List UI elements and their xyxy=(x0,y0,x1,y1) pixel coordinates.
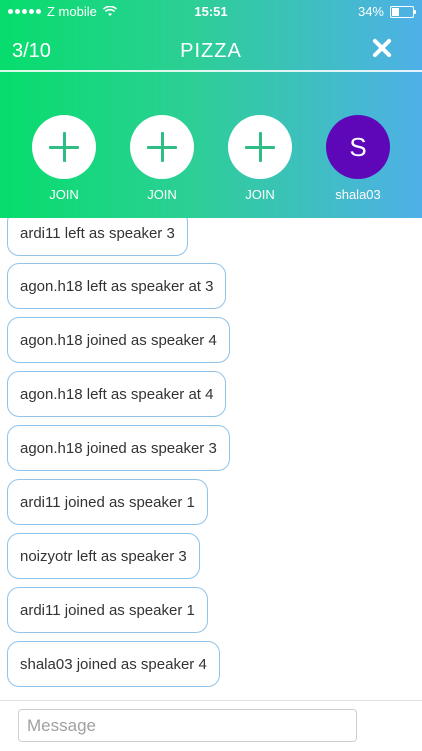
join-button-2[interactable] xyxy=(130,115,194,179)
chat-message: noizyotr left as speaker 3 xyxy=(7,533,200,579)
chat-message: ardi11 left as speaker 3 xyxy=(7,218,188,256)
close-icon[interactable] xyxy=(370,36,394,60)
plus-icon xyxy=(245,132,275,162)
chat-message: ardi11 joined as speaker 1 xyxy=(7,479,208,525)
speaker-slot-4[interactable]: S shala03 xyxy=(323,115,393,202)
chat-message: ardi11 joined as speaker 1 xyxy=(7,587,208,633)
chat-message: shala03 joined as speaker 4 xyxy=(7,641,220,687)
join-button-3[interactable] xyxy=(228,115,292,179)
slot-label: JOIN xyxy=(245,187,275,202)
speaker-username: shala03 xyxy=(335,187,381,202)
message-input[interactable] xyxy=(18,709,357,742)
header-divider xyxy=(0,70,422,72)
chat-log[interactable]: ardi11 left as speaker 3 agon.h18 left a… xyxy=(0,218,422,700)
speaker-slot-3[interactable]: JOIN xyxy=(225,115,295,202)
speaker-slot-1[interactable]: JOIN xyxy=(29,115,99,202)
battery-icon xyxy=(390,5,416,18)
message-bar xyxy=(0,700,422,751)
plus-icon xyxy=(147,132,177,162)
avatar[interactable]: S xyxy=(326,115,390,179)
speaker-slot-2[interactable]: JOIN xyxy=(127,115,197,202)
status-bar: Z mobile 15:51 34% xyxy=(0,0,422,24)
chat-message: agon.h18 joined as speaker 3 xyxy=(7,425,230,471)
slot-label: JOIN xyxy=(147,187,177,202)
header: Z mobile 15:51 34% 3/10 PIZZA JOIN JOIN … xyxy=(0,0,422,218)
chat-message: agon.h18 left as speaker at 3 xyxy=(7,263,227,309)
chat-message: agon.h18 left as speaker at 4 xyxy=(7,371,227,417)
slot-label: JOIN xyxy=(49,187,79,202)
room-title: PIZZA xyxy=(180,40,242,62)
plus-icon xyxy=(49,132,79,162)
battery-percent: 34% xyxy=(357,4,384,19)
join-button-1[interactable] xyxy=(32,115,96,179)
chat-message: agon.h18 joined as speaker 4 xyxy=(7,317,230,363)
